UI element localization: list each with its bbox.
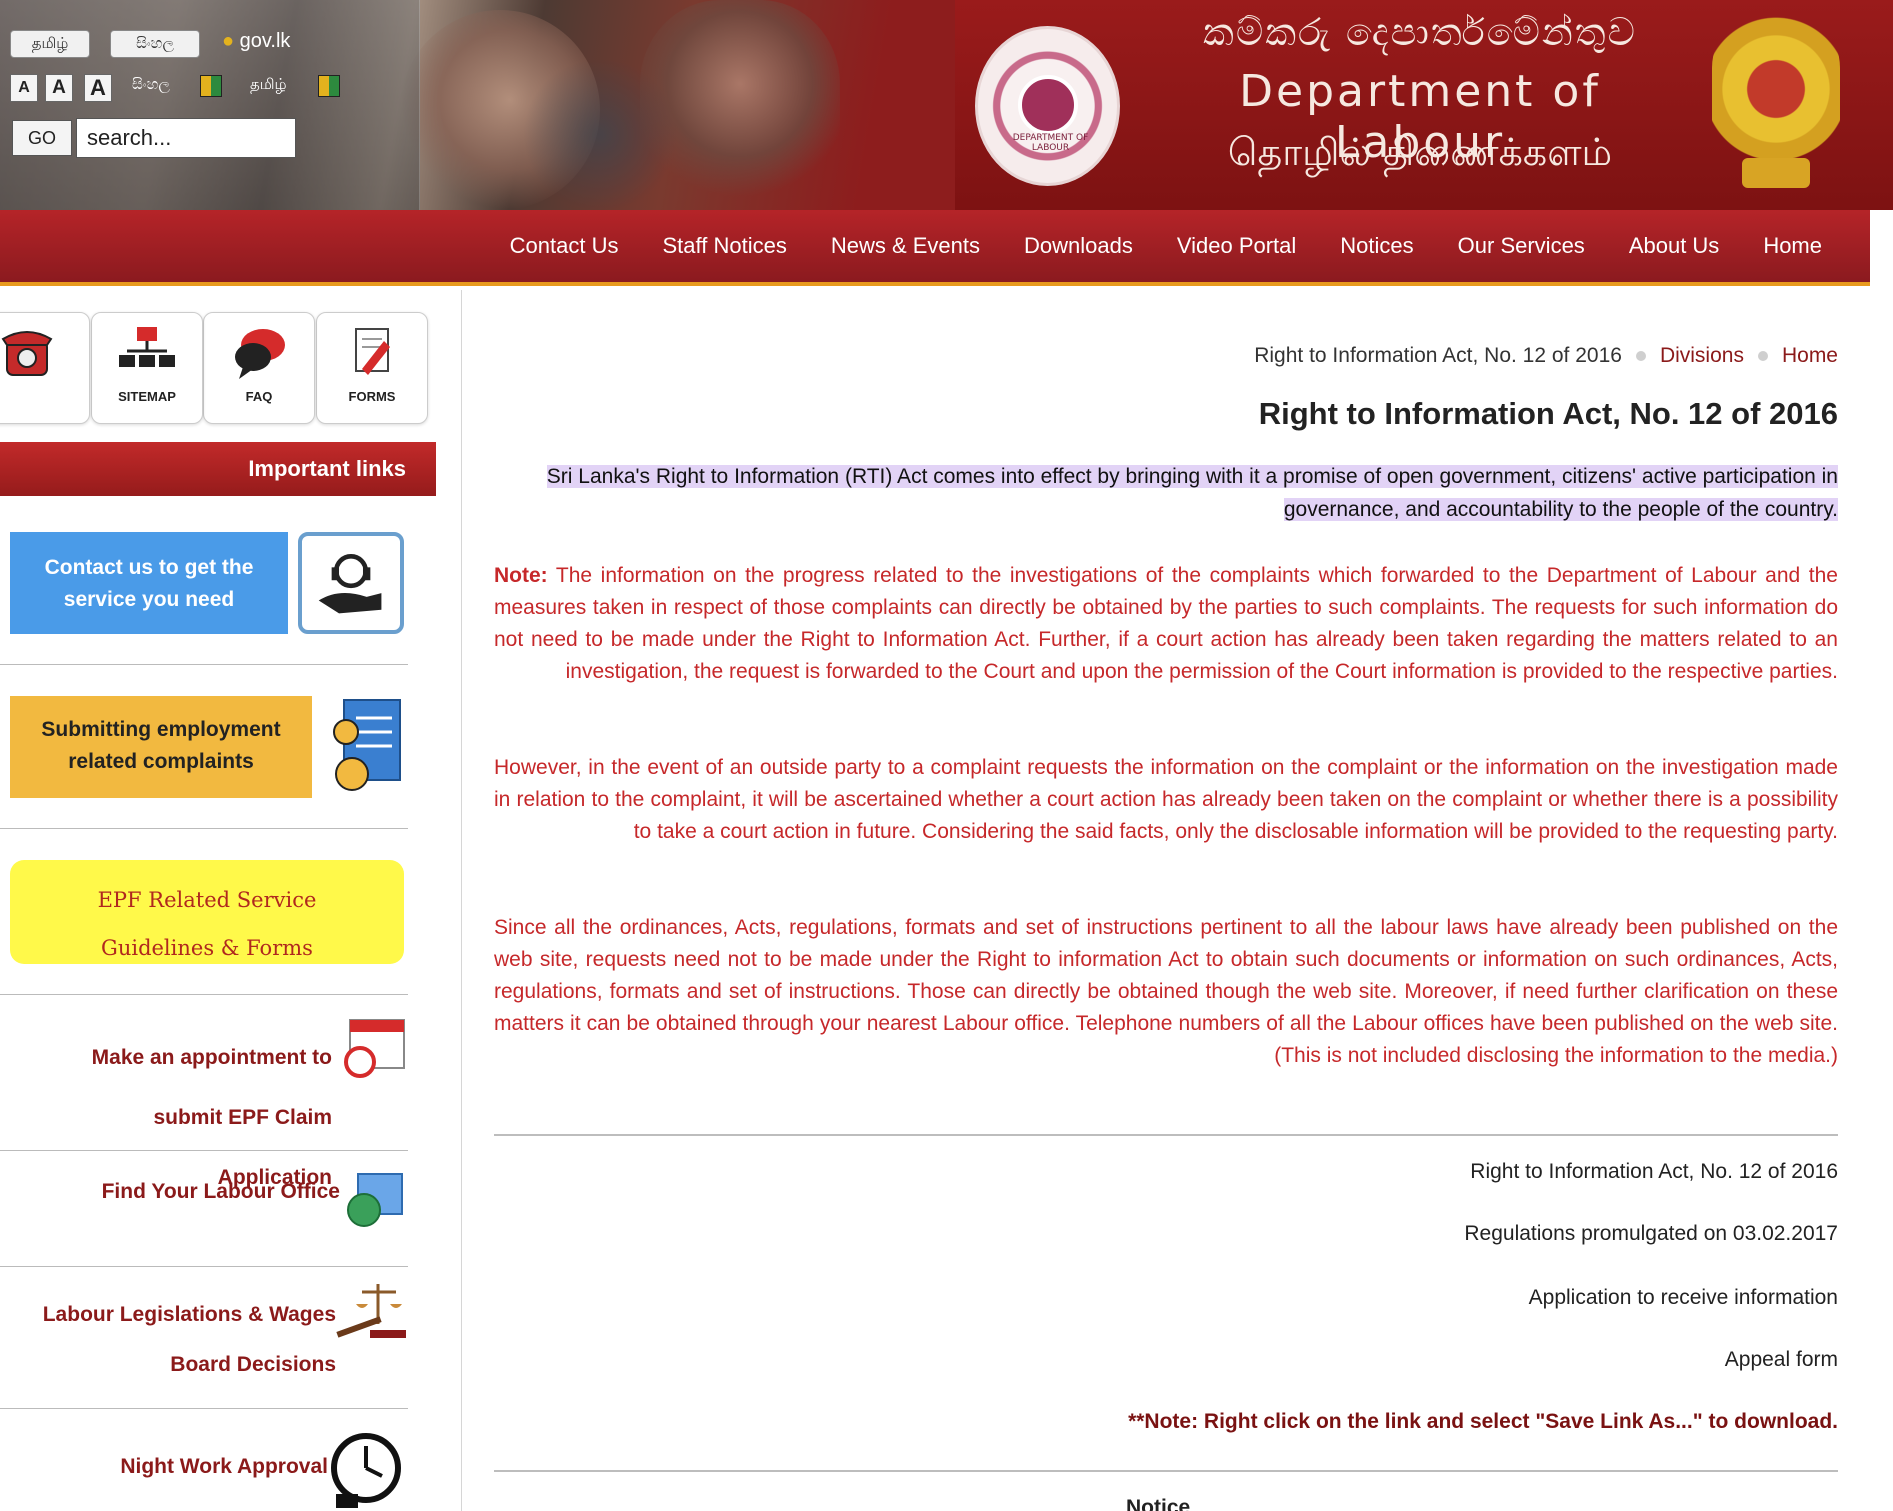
lang-tamil-button[interactable]: தமிழ்	[10, 30, 90, 58]
clock-icon	[331, 1433, 401, 1508]
nav-our-services[interactable]: Our Services	[1436, 233, 1607, 259]
national-emblem-logo	[1712, 8, 1840, 188]
faq-tile[interactable]: FAQ	[203, 312, 315, 424]
language-flag-icon	[318, 75, 340, 97]
telephone-icon	[1, 331, 53, 376]
nav-staff-notices[interactable]: Staff Notices	[641, 233, 809, 259]
sidebar-divider	[0, 664, 408, 665]
main-navigation: Home About Us Our Services Notices Video…	[0, 210, 1870, 286]
section-divider	[494, 1470, 1838, 1472]
gov-lk-icon: ●	[222, 30, 235, 52]
intro-paragraph: Sri Lanka's Right to Information (RTI) A…	[494, 460, 1838, 526]
outside-party-paragraph: However, in the event of an outside part…	[494, 756, 1838, 843]
find-labour-office-link[interactable]: Find Your Labour Office	[40, 1180, 340, 1204]
nav-notices[interactable]: Notices	[1318, 233, 1435, 259]
sidebar-divider	[0, 1150, 408, 1151]
sidebar-divider	[0, 1408, 408, 1409]
site-title-tamil: தொழில் திணைக்களம்	[1227, 130, 1613, 174]
contact-tile[interactable]	[0, 312, 90, 424]
note-text: The information on the progress related …	[494, 564, 1838, 683]
download-note: **Note: Right click on the link and sele…	[1128, 1410, 1838, 1433]
nav-video-portal[interactable]: Video Portal	[1155, 233, 1318, 259]
calendar-clock-icon	[344, 1019, 405, 1078]
rti-act-document-link[interactable]: Right to Information Act, No. 12 of 2016	[1470, 1160, 1838, 1184]
globe-folder-icon	[347, 1173, 403, 1227]
sidebar-divider	[0, 1266, 408, 1267]
main-content: Home Divisions Right to Information Act,…	[494, 290, 1838, 1511]
intro-highlighted-text: Sri Lanka's Right to Information (RTI) A…	[546, 465, 1838, 521]
contact-service-banner[interactable]: Contact us to get the service you need	[10, 532, 288, 634]
lang-sinhala-button[interactable]: සිංහල	[110, 30, 200, 58]
lang-link-sinhala[interactable]: සිංහල	[132, 76, 170, 93]
breadcrumb-separator-icon	[1635, 351, 1646, 361]
search-go-button[interactable]: GO	[12, 120, 72, 156]
headset-support-icon	[298, 532, 404, 634]
seal-caption: DEPARTMENT OF LABOUR	[1012, 133, 1089, 153]
site-title-sinhala: කම්කරු දෙපාර්තමේන්තුව	[1203, 10, 1637, 54]
forms-icon	[355, 328, 390, 375]
labour-legislations-link[interactable]: Labour Legislations & Wages Board Decisi…	[40, 1290, 336, 1390]
notice-heading: Notice	[1126, 1496, 1191, 1511]
application-form-link[interactable]: Application to receive information	[1529, 1286, 1838, 1310]
sidebar-divider	[0, 994, 408, 995]
breadcrumb-separator-icon	[1757, 351, 1768, 361]
sitemap-tile-label: SITEMAP	[118, 389, 176, 404]
important-links-heading: Important links	[0, 442, 436, 496]
epf-banner-line-2: Guidelines & Forms	[101, 936, 313, 960]
lang-link-tamil[interactable]: தமிழ்	[250, 76, 287, 95]
sitemap-tile[interactable]: SITEMAP	[91, 312, 203, 424]
forms-tile[interactable]: FORMS	[316, 312, 428, 424]
breadcrumb-home[interactable]: Home	[1782, 344, 1838, 368]
appeal-form-link[interactable]: Appeal form	[1725, 1348, 1838, 1372]
nav-news-events[interactable]: News & Events	[809, 233, 1002, 259]
department-seal-logo: DEPARTMENT OF LABOUR	[975, 26, 1120, 186]
regulations-document-link[interactable]: Regulations promulgated on 03.02.2017	[1464, 1222, 1838, 1246]
faq-tile-label: FAQ	[245, 389, 273, 404]
nav-home[interactable]: Home	[1741, 233, 1844, 259]
language-flag-icon	[200, 75, 222, 97]
sidebar-divider	[0, 828, 408, 829]
font-size-large-button[interactable]: A	[84, 74, 112, 102]
section-divider	[494, 1134, 1838, 1136]
note-label: Note:	[494, 564, 548, 587]
night-work-approval-link[interactable]: Night Work Approval	[40, 1455, 328, 1479]
sitemap-icon	[119, 327, 175, 367]
font-size-small-button[interactable]: A	[10, 74, 38, 102]
nav-downloads[interactable]: Downloads	[1002, 233, 1155, 259]
breadcrumb: Home Divisions Right to Information Act,…	[1254, 344, 1838, 368]
gov-lk-link[interactable]: ● gov.lk	[222, 30, 290, 53]
breadcrumb-divisions[interactable]: Divisions	[1660, 344, 1744, 368]
nav-about-us[interactable]: About Us	[1607, 233, 1742, 259]
forms-tile-label: FORMS	[348, 389, 396, 404]
epf-service-banner[interactable]: EPF Related Service Guidelines & Forms	[10, 860, 404, 964]
site-header: தமிழ் සිංහල ● gov.lk A A A සිංහල தமிழ் G…	[0, 0, 1893, 210]
complaint-form-icon	[333, 699, 401, 791]
published-documents-paragraph: Since all the ordinances, Acts, regulati…	[494, 916, 1838, 1067]
epf-banner-line-1: EPF Related Service	[97, 888, 317, 912]
utility-panel: தமிழ் සිංහල ● gov.lk A A A සිංහල தமிழ் G…	[0, 0, 420, 210]
font-size-medium-button[interactable]: A	[45, 74, 73, 102]
page-title: Right to Information Act, No. 12 of 2016	[1258, 396, 1838, 431]
scales-of-justice-icon	[336, 1284, 406, 1338]
employment-complaints-banner[interactable]: Submitting employment related complaints	[10, 696, 312, 798]
faq-speech-bubbles-icon	[235, 329, 285, 379]
gov-lk-label: gov.lk	[239, 30, 291, 52]
nav-contact-us[interactable]: Contact Us	[488, 233, 641, 259]
search-input[interactable]	[76, 118, 296, 158]
breadcrumb-current: Right to Information Act, No. 12 of 2016	[1254, 344, 1622, 367]
left-sidebar: FORMS FAQ SITEMAP Important links Contac…	[0, 290, 462, 1511]
note-paragraph: Note: The information on the progress re…	[494, 560, 1838, 688]
